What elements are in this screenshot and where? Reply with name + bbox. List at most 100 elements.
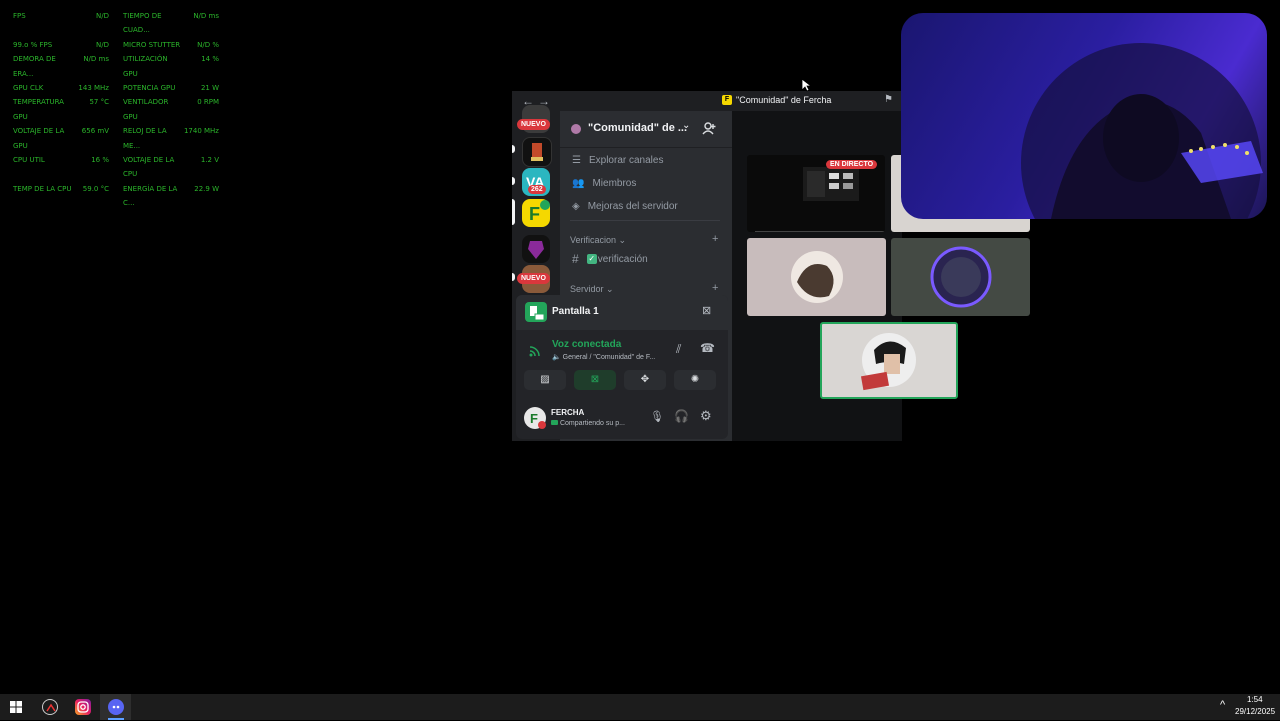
microphone-icon[interactable]: 🎙 (650, 410, 664, 423)
discord-taskbar-button[interactable] (100, 694, 131, 720)
server-icon: F (722, 95, 732, 105)
overlay-metric-value: 656 mV (81, 127, 109, 136)
inbox-flag-icon[interactable]: ⚑ (884, 94, 893, 105)
overlay-metric-label: MICRO STUTTER (123, 40, 181, 49)
noise-suppression-icon[interactable]: ⫽ (676, 342, 681, 357)
overlay-metric-label: CPU UTIL (13, 156, 45, 165)
avatar-logo: F (530, 411, 546, 429)
explore-channels-item[interactable]: ☰ Explorar canales (572, 155, 663, 166)
speaking-participant-tile[interactable] (820, 322, 958, 399)
fercha-icon: F (529, 200, 550, 224)
server-boosts-item[interactable]: ◈ Mejoras del servidor (572, 201, 678, 212)
instagram-icon[interactable] (75, 699, 91, 715)
overlay-metric-label: VOLTAJE DE LA CPU (123, 156, 175, 179)
overlay-metric-value: N/D (96, 40, 109, 49)
overlay-metric-value: N/D ms (193, 12, 219, 20)
server-name: "Comunidad" de ... (588, 122, 688, 134)
streaming-icon (551, 420, 558, 425)
category-servidor[interactable]: Servidor ⌄ (570, 284, 614, 295)
overlay-row: CPU UTIL 16 % VOLTAJE DE LA CPU 1.2 V (13, 153, 219, 182)
title-bar: ← → F "Comunidad" de Fercha ⚑ (512, 91, 902, 111)
activities-button[interactable]: ✥ (624, 370, 666, 390)
window-title: F "Comunidad" de Fercha (722, 95, 831, 105)
clock-date[interactable]: 29/12/2025 (1235, 707, 1275, 716)
category-label: Verificacion (570, 235, 617, 245)
add-channel-icon[interactable]: + (712, 282, 718, 294)
chevron-down-icon[interactable]: ⌄ (682, 120, 690, 131)
category-label: Servidor (570, 284, 604, 294)
overlay-metric-label: VENTILADOR GPU (123, 98, 169, 121)
webcam-overlay (901, 13, 1267, 219)
overlay-row: FPS N/D TIEMPO DE CUAD... N/D ms (13, 9, 219, 38)
members-icon: 👥 (572, 178, 585, 189)
server-icon-5[interactable] (522, 235, 550, 263)
camera-off-icon: ▨ (540, 374, 550, 385)
server-5-icon (528, 241, 544, 259)
overlay-metric-value: 16 % (91, 156, 109, 165)
avatar[interactable]: F (524, 407, 546, 429)
overlay-metric-value: 1.2 V (200, 156, 219, 165)
overlay-metric-label: VOLTAJE DE LA GPU (13, 127, 65, 150)
chevron-up-icon[interactable]: ^ (1220, 699, 1225, 711)
voice-panel: Pantalla 1 ⊠ Voz conectada 🔈 General / "… (516, 295, 728, 439)
settings-gear-icon[interactable]: ⚙ (700, 408, 712, 424)
list-icon: ☰ (572, 155, 581, 166)
members-item[interactable]: 👥 Miembros (572, 178, 636, 189)
headphones-icon[interactable]: 🎧 (674, 409, 689, 423)
stop-stream-icon[interactable]: ⊠ (702, 304, 711, 317)
add-channel-icon[interactable]: + (712, 233, 718, 245)
overlay-row: GPU CLK 143 MHz POTENCIA GPU 21 W (13, 81, 219, 95)
performance-monitor-icon[interactable] (42, 699, 58, 715)
overlay-metric-value: N/D ms (83, 55, 109, 64)
channel-label: Mejoras del servidor (587, 201, 678, 212)
user-status-text: Compartiendo su p... (559, 420, 625, 427)
overlay-metric-value: 14 % (201, 55, 219, 64)
overlay-metric-value: 57 °C (89, 98, 109, 107)
unread-pill (512, 145, 515, 153)
live-badge: EN DIRECTO (826, 160, 878, 169)
screen-label: Pantalla 1 (552, 306, 599, 317)
unread-pill (512, 177, 515, 185)
overlay-metric-value: 1740 MHz (183, 127, 219, 136)
channel-label: verificación (597, 253, 648, 265)
mention-count-badge: 262 (528, 185, 546, 194)
screen-share-icon (525, 302, 547, 322)
connection-signal-icon[interactable] (528, 344, 542, 358)
category-verificacion[interactable]: Verificacion ⌄ (570, 235, 626, 246)
overlay-metric-value: N/D (96, 12, 109, 20)
new-badge: NUEVO (517, 119, 550, 130)
overlay-metric-label: TEMPERATURA GPU (13, 98, 64, 121)
windows-start-icon[interactable] (10, 701, 22, 713)
server-icon-2[interactable] (522, 137, 552, 167)
webcam-feed (1021, 43, 1263, 219)
boost-icon: ◈ (572, 201, 580, 212)
voice-location[interactable]: 🔈 General / "Comunidad" de F... (552, 353, 655, 361)
voice-status[interactable]: Voz conectada (552, 339, 621, 350)
unread-pill (512, 273, 515, 281)
server-header[interactable]: "Comunidad" de ... ⌄ (560, 111, 732, 148)
divider (570, 220, 720, 221)
overlay-metric-label: TEMP DE LA CPU (13, 184, 72, 193)
disconnect-icon[interactable]: ☎ (700, 341, 715, 355)
server-icon-fercha[interactable]: F (522, 199, 550, 227)
activities-icon: ✥ (640, 374, 650, 385)
channel-verificacion[interactable]: # ✓ verificación (572, 252, 648, 266)
screen-share-icon: ⊠ (590, 374, 600, 385)
overlay-row: TEMP DE LA CPU 59.0 °C ENERGÍA DE LA C... 2… (13, 182, 219, 211)
soundboard-button[interactable]: ✺ (674, 370, 716, 390)
overlay-metric-label: FPS (13, 12, 26, 20)
overlay-metric-value: 143 MHz (78, 84, 109, 93)
camera-toggle-button[interactable]: ▨ (524, 370, 566, 390)
clock-time[interactable]: 1:54 (1247, 695, 1263, 704)
screen-share-button[interactable]: ⊠ (574, 370, 616, 390)
overlay-row: VOLTAJE DE LA GPU 656 mV RELOJ DE LA ME...… (13, 124, 219, 153)
voice-location-text: General / "Comunidad" de F... (562, 354, 656, 361)
svg-text:F: F (529, 204, 540, 224)
server-2-icon (531, 143, 543, 161)
participant-avatar (930, 246, 992, 308)
participant-tile[interactable] (747, 238, 886, 316)
invite-people-icon[interactable] (702, 122, 716, 136)
stream-tile[interactable]: EN DIRECTO (747, 155, 885, 232)
participant-tile[interactable] (891, 238, 1030, 316)
discord-icon (108, 699, 124, 715)
